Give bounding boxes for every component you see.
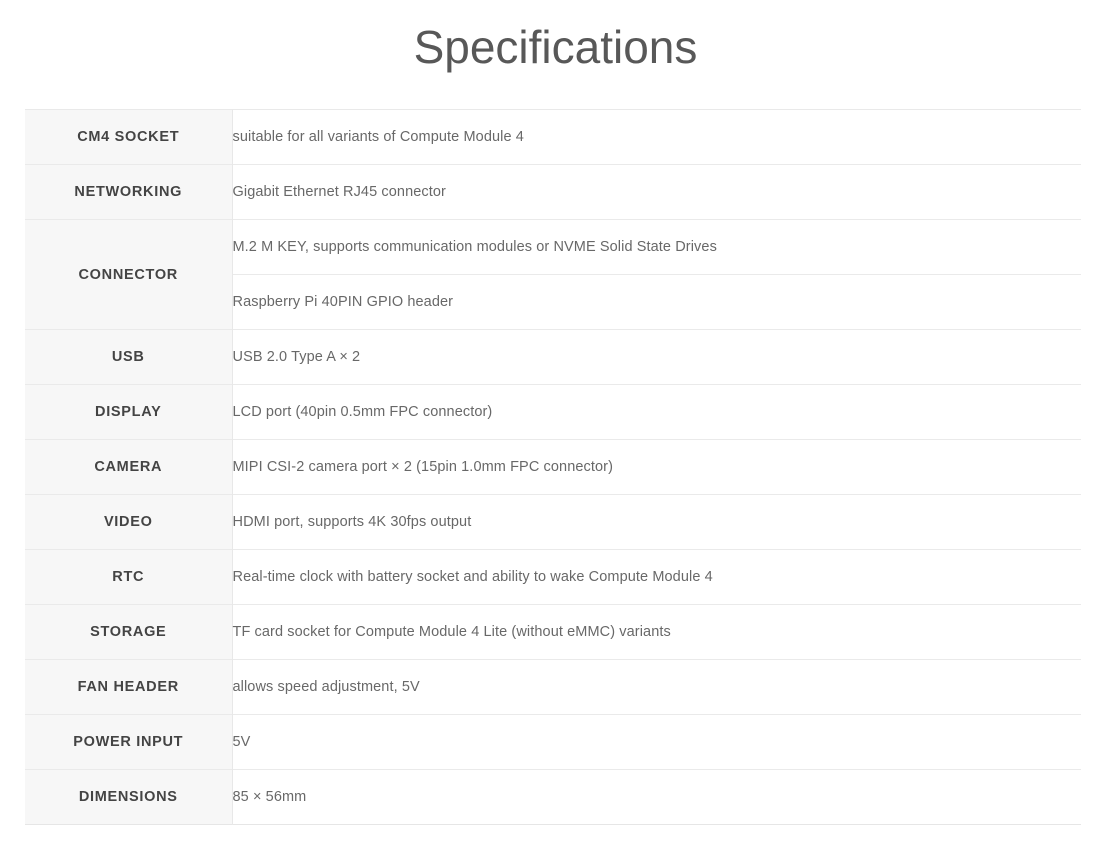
table-row: NETWORKING Gigabit Ethernet RJ45 connecto… [25, 164, 1081, 220]
table-row: USB USB 2.0 Type A × 2 [25, 329, 1081, 385]
specifications-table-body: CM4 SOCKET suitable for all variants of C… [25, 109, 1081, 825]
spec-value-cell: allows speed adjustment, 5V [232, 659, 1081, 715]
spec-value-cell: 85 × 56mm [232, 769, 1081, 825]
specifications-table: CM4 SOCKET suitable for all variants of C… [25, 109, 1081, 825]
spec-value-cell: Raspberry Pi 40PIN GPIO header [232, 274, 1081, 330]
spec-label-cell: DIMENSIONS [25, 769, 233, 825]
table-row: POWER INPUT 5V [25, 714, 1081, 770]
spec-value-cell: M.2 M KEY, supports communication module… [232, 219, 1081, 275]
spec-label-cell: RTC [25, 549, 233, 605]
spec-label-cell: FAN HEADER [25, 659, 233, 715]
table-row: FAN HEADER allows speed adjustment, 5V [25, 659, 1081, 715]
table-row: STORAGE TF card socket for Compute Module… [25, 604, 1081, 660]
table-row: CM4 SOCKET suitable for all variants of C… [25, 109, 1081, 165]
spec-value-cell: LCD port (40pin 0.5mm FPC connector) [232, 384, 1081, 440]
table-row: DIMENSIONS 85 × 56mm [25, 769, 1081, 825]
spec-value-cell: 5V [232, 714, 1081, 770]
spec-value-cell: USB 2.0 Type A × 2 [232, 329, 1081, 385]
table-row: DISPLAY LCD port (40pin 0.5mm FPC connect… [25, 384, 1081, 440]
spec-label-cell: POWER INPUT [25, 714, 233, 770]
table-row: CONNECTOR M.2 M KEY, supports communicati… [25, 219, 1081, 330]
spec-label-cell: DISPLAY [25, 384, 233, 440]
spec-value-cell: MIPI CSI-2 camera port × 2 (15pin 1.0mm … [232, 439, 1081, 495]
specifications-table-container: CM4 SOCKET suitable for all variants of C… [25, 109, 1081, 825]
spec-label-cell: USB [25, 329, 233, 385]
table-row: RTC Real-time clock with battery socket a… [25, 549, 1081, 605]
spec-value-cell: Gigabit Ethernet RJ45 connector [232, 164, 1081, 220]
spec-label-cell: STORAGE [25, 604, 233, 660]
table-row: VIDEO HDMI port, supports 4K 30fps output [25, 494, 1081, 550]
table-row: CAMERA MIPI CSI-2 camera port × 2 (15pin … [25, 439, 1081, 495]
spec-value-cell: Real-time clock with battery socket and … [232, 549, 1081, 605]
specifications-page: Specifications CM4 SOCKET suitable for al… [0, 0, 1111, 861]
spec-value-cell: HDMI port, supports 4K 30fps output [232, 494, 1081, 550]
spec-value-cell: suitable for all variants of Compute Mod… [232, 109, 1081, 165]
spec-label-cell: NETWORKING [25, 164, 233, 220]
spec-label-cell: CAMERA [25, 439, 233, 495]
page-title: Specifications [413, 21, 698, 73]
spec-value-cell: TF card socket for Compute Module 4 Lite… [232, 604, 1081, 660]
spec-label-cell: CM4 SOCKET [25, 109, 233, 165]
spec-label-cell: CONNECTOR [25, 219, 233, 330]
spec-label-cell: VIDEO [25, 494, 233, 550]
